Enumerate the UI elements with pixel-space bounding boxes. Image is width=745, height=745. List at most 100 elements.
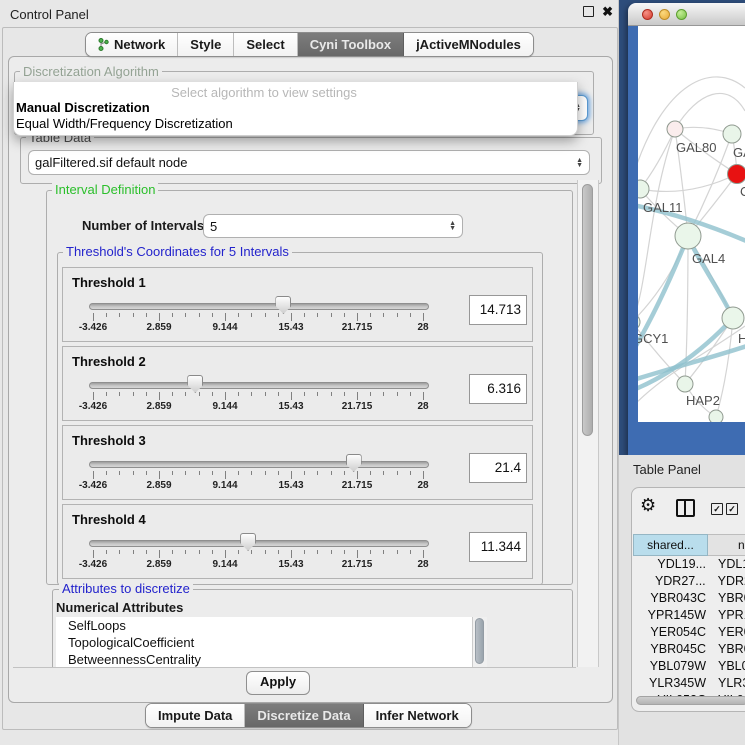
cell-shared-name[interactable]: YDR27... bbox=[634, 574, 710, 591]
tab-infer-network[interactable]: Infer Network bbox=[364, 704, 471, 727]
threshold-card: Threshold 1-3.4262.8599.14415.4321.71528… bbox=[62, 267, 533, 342]
cell-name[interactable]: YER0 bbox=[710, 625, 745, 642]
close-panel-icon[interactable]: ✖ bbox=[602, 6, 613, 17]
column-header-name[interactable]: na bbox=[708, 534, 745, 556]
cell-shared-name[interactable]: YDL19... bbox=[634, 557, 710, 574]
network-node[interactable] bbox=[722, 307, 744, 329]
cell-name[interactable]: YDR2 bbox=[710, 574, 745, 591]
table-row[interactable]: YLR345WYLR3 bbox=[634, 676, 745, 693]
tick-label: -3.426 bbox=[79, 401, 107, 412]
apply-button[interactable]: Apply bbox=[246, 671, 310, 695]
network-edge[interactable] bbox=[688, 238, 733, 318]
cell-shared-name[interactable]: YBR043C bbox=[634, 591, 710, 608]
cell-name[interactable]: YBR0 bbox=[710, 642, 745, 659]
table-row[interactable]: YDL19...YDL1 bbox=[634, 557, 745, 574]
tick-label: 15.43 bbox=[278, 480, 303, 491]
tab-label: Network bbox=[114, 37, 165, 52]
network-window-titlebar[interactable] bbox=[628, 3, 745, 26]
network-node[interactable] bbox=[677, 376, 693, 392]
table-data-combo[interactable]: galFiltered.sif default node ▲▼ bbox=[28, 150, 590, 175]
slider-track[interactable] bbox=[89, 461, 429, 468]
cell-name[interactable]: YDL1 bbox=[710, 557, 745, 574]
table-row[interactable]: YER054CYER0 bbox=[634, 625, 745, 642]
interval-definition-title: Interval Definition bbox=[52, 183, 158, 196]
slider-thumb[interactable] bbox=[240, 533, 256, 551]
slider-tick-labels: -3.4262.8599.14415.4321.71528 bbox=[93, 401, 423, 413]
tab-discretize-data[interactable]: Discretize Data bbox=[245, 704, 363, 727]
gear-icon[interactable]: ⚙ bbox=[640, 496, 656, 514]
slider-track[interactable] bbox=[89, 303, 429, 310]
table-row[interactable]: YBR043CYBR0 bbox=[634, 591, 745, 608]
dropdown-option-equal-width[interactable]: Equal Width/Frequency Discretization bbox=[16, 116, 233, 131]
tab-style[interactable]: Style bbox=[178, 33, 234, 56]
network-node[interactable] bbox=[675, 223, 701, 249]
dropdown-option-manual[interactable]: Manual Discretization bbox=[16, 100, 150, 115]
cell-shared-name[interactable]: YER054C bbox=[634, 625, 710, 642]
table-row[interactable]: YPR145WYPR1 bbox=[634, 608, 745, 625]
table-row[interactable]: YDR27...YDR2 bbox=[634, 574, 745, 591]
cell-shared-name[interactable]: YPR145W bbox=[634, 608, 710, 625]
network-node[interactable] bbox=[638, 180, 649, 198]
tick-label: 2.859 bbox=[146, 559, 171, 570]
checkbox-icon[interactable]: ✓ bbox=[726, 503, 738, 515]
threshold-value-field[interactable]: 14.713 bbox=[469, 295, 527, 325]
column-header-shared[interactable]: shared... bbox=[633, 534, 708, 556]
cell-name[interactable]: YBR0 bbox=[710, 591, 745, 608]
network-canvas[interactable]: GAL80GACGAL11GAL4GCY1HHAP2 bbox=[638, 26, 745, 422]
cell-name[interactable]: YPR1 bbox=[710, 608, 745, 625]
table-hscrollbar-thumb[interactable] bbox=[636, 696, 745, 705]
network-node[interactable] bbox=[723, 125, 741, 143]
intervals-combo[interactable]: 5 ▲▼ bbox=[203, 214, 463, 238]
attributes-scrollbar-thumb[interactable] bbox=[475, 618, 484, 664]
cell-name[interactable]: YBL0 bbox=[710, 659, 745, 676]
slider-thumb[interactable] bbox=[187, 375, 203, 393]
tab-jactivemnodules[interactable]: jActiveMNodules bbox=[404, 33, 533, 56]
columns-icon[interactable] bbox=[676, 499, 695, 517]
cell-shared-name[interactable]: YLR345W bbox=[634, 676, 710, 693]
tab-cyni-toolbox[interactable]: Cyni Toolbox bbox=[298, 33, 404, 56]
attribute-item[interactable]: SelfLoops bbox=[56, 617, 472, 634]
network-node[interactable] bbox=[667, 121, 683, 137]
table-row[interactable]: YBR045CYBR0 bbox=[634, 642, 745, 659]
slider-ticks bbox=[93, 471, 423, 480]
attributes-list-scrollbar[interactable] bbox=[472, 617, 487, 667]
threshold-value-field[interactable]: 6.316 bbox=[469, 374, 527, 404]
slider-track[interactable] bbox=[89, 540, 429, 547]
thresholds-group-title: Threshold's Coordinates for 5 Intervals bbox=[63, 245, 292, 258]
close-window-icon[interactable] bbox=[642, 9, 653, 20]
settings-scrollbar-thumb[interactable] bbox=[582, 184, 593, 436]
threshold-value-field[interactable]: 11.344 bbox=[469, 532, 527, 562]
network-edge[interactable] bbox=[640, 174, 737, 191]
network-edge[interactable] bbox=[640, 129, 675, 189]
float-panel-icon[interactable] bbox=[583, 6, 594, 17]
cell-name[interactable]: YLR3 bbox=[710, 676, 745, 693]
threshold-value-field[interactable]: 21.4 bbox=[469, 453, 527, 483]
slider-thumb[interactable] bbox=[346, 454, 362, 472]
attribute-item[interactable]: BetweennessCentrality bbox=[56, 651, 472, 667]
checkbox-icon[interactable]: ✓ bbox=[711, 503, 723, 515]
numerical-attributes-list[interactable]: SelfLoopsTopologicalCoefficientBetweenne… bbox=[56, 617, 472, 667]
tab-label: Impute Data bbox=[158, 708, 232, 723]
network-edge[interactable] bbox=[675, 93, 745, 129]
network-node[interactable] bbox=[709, 410, 723, 422]
network-node[interactable] bbox=[638, 314, 640, 330]
cell-shared-name[interactable]: YBL079W bbox=[634, 659, 710, 676]
cyni-mode-tabs: Impute Data Discretize DataInfer Network bbox=[145, 703, 472, 728]
slider-thumb[interactable] bbox=[275, 296, 291, 314]
tab-impute-data[interactable]: Impute Data bbox=[146, 704, 245, 727]
discretization-algorithm-title: Discretization Algorithm bbox=[20, 65, 162, 78]
zoom-window-icon[interactable] bbox=[676, 9, 687, 20]
cell-shared-name[interactable]: YBR045C bbox=[634, 642, 710, 659]
network-node[interactable] bbox=[728, 165, 745, 184]
table-data-combo-value: galFiltered.sif default node bbox=[35, 155, 576, 170]
table-row[interactable]: YBL079WYBL0 bbox=[634, 659, 745, 676]
table-header-row: shared... na bbox=[633, 534, 745, 556]
tab-network[interactable]: Network bbox=[86, 33, 178, 56]
attribute-item[interactable]: TopologicalCoefficient bbox=[56, 634, 472, 651]
slider-track[interactable] bbox=[89, 382, 429, 389]
tab-select[interactable]: Select bbox=[234, 33, 297, 56]
table-hscrollbar[interactable] bbox=[634, 696, 745, 707]
minimize-window-icon[interactable] bbox=[659, 9, 670, 20]
slider-ticks bbox=[93, 392, 423, 401]
settings-scrollbar[interactable] bbox=[577, 180, 599, 667]
